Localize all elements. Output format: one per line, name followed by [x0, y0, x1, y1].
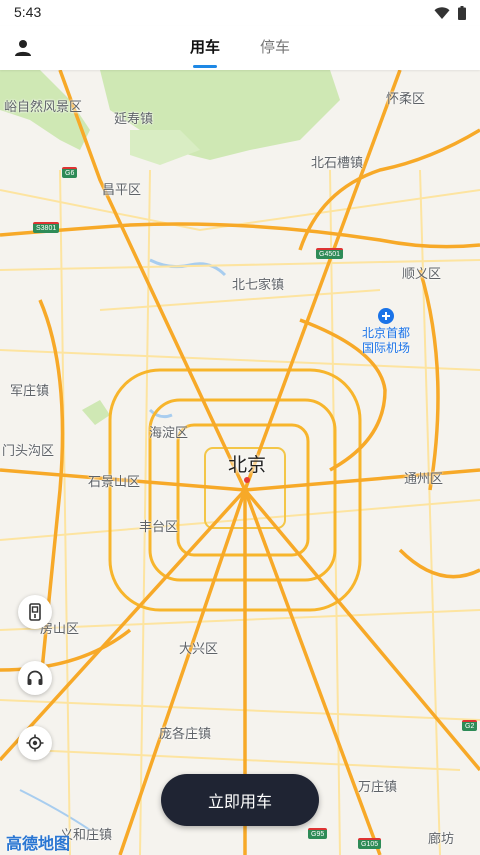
airport-label: 北京首都 国际机场	[362, 326, 410, 356]
highway-shield: G95	[308, 828, 328, 839]
tab-active-indicator	[193, 65, 217, 68]
highway-shield: G4501	[316, 248, 344, 259]
place-label: 顺义区	[402, 266, 442, 281]
place-label: 廊坊	[428, 831, 455, 846]
place-label: 怀柔区	[386, 91, 426, 106]
map-view[interactable]: 峪自然风景区 延寿镇 怀柔区 北石槽镇 昌平区 北七家镇 顺义区 军庄镇 海淀区…	[0, 70, 480, 855]
locate-me-button[interactable]	[18, 726, 52, 760]
place-label: 通州区	[404, 471, 444, 486]
user-icon	[15, 40, 31, 56]
status-icons	[434, 6, 466, 20]
screen: 5:43 用车 停车 峪自然风景区 延寿镇 怀柔区 北石槽镇 昌平区 北七家镇 …	[0, 0, 480, 855]
place-label: 北七家镇	[232, 277, 285, 292]
place-label: 昌平区	[102, 182, 142, 197]
customer-service-button[interactable]	[18, 661, 52, 695]
parking-meter-icon	[29, 603, 41, 621]
place-label: 峪自然风景区	[4, 99, 83, 114]
highway-shield: G105	[358, 838, 382, 849]
place-label: 北石槽镇	[311, 155, 364, 170]
map-provider-logo: 高德地图	[6, 836, 71, 853]
status-bar: 5:43	[0, 0, 480, 26]
place-label: 延寿镇	[114, 111, 154, 126]
tab-parking[interactable]: 停车	[260, 36, 290, 66]
place-label: 万庄镇	[358, 779, 398, 794]
start-ride-button[interactable]: 立即用车	[161, 774, 319, 826]
place-label: 石景山区	[88, 474, 141, 489]
status-time: 5:43	[14, 4, 42, 20]
tab-use-car[interactable]: 用车	[190, 36, 220, 66]
highway-shield: G2	[462, 720, 478, 731]
place-label: 丰台区	[139, 519, 179, 534]
place-label: 门头沟区	[2, 443, 55, 458]
battery-icon	[458, 6, 466, 20]
profile-button[interactable]	[10, 35, 36, 61]
highway-shield: S3801	[33, 222, 60, 233]
locate-icon	[26, 734, 44, 752]
place-label: 海淀区	[149, 425, 189, 440]
place-label: 军庄镇	[10, 383, 50, 398]
city-label: 北京	[228, 455, 267, 476]
headset-icon	[27, 670, 43, 685]
highway-shield: G6	[62, 167, 78, 178]
place-label: 庞各庄镇	[159, 726, 212, 741]
wifi-icon	[434, 6, 450, 19]
parking-meter-button[interactable]	[18, 595, 52, 629]
airport-label-line: 北京首都	[362, 326, 411, 340]
header: 用车 停车	[0, 26, 480, 70]
airport-label-line: 国际机场	[362, 341, 411, 355]
place-label: 大兴区	[179, 641, 219, 656]
